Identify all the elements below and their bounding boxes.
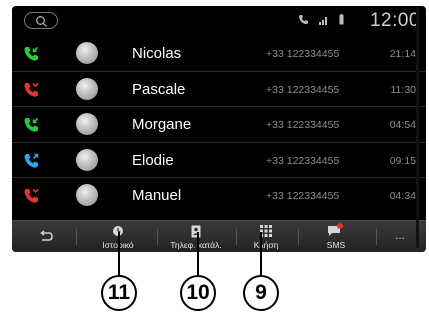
avatar: [76, 148, 98, 171]
avatar: [76, 77, 98, 100]
call-time: 09:15: [389, 154, 416, 167]
status-bar: 12:00: [12, 6, 426, 36]
list-item[interactable]: Morgane +33 122334455 04:54: [12, 107, 426, 143]
incoming-call-icon: [24, 117, 39, 132]
incoming-call-icon: [24, 46, 39, 61]
tab-dial-label: Κλήση: [253, 240, 279, 250]
tab-sms-label: SMS: [326, 240, 346, 250]
back-arrow-icon: [40, 230, 53, 241]
avatar: [76, 42, 98, 64]
divider: [236, 229, 237, 245]
contact-number: +33 122334455: [266, 83, 340, 96]
battery-icon: [339, 14, 344, 25]
search-icon: [36, 16, 47, 27]
divider: [298, 229, 299, 245]
contact-name: Nicolas: [132, 45, 182, 62]
avatar: [76, 113, 98, 135]
contact-number: +33 122334455: [266, 48, 340, 60]
tab-contacts-label: Τηλεφ. κατάλ.: [170, 240, 222, 250]
call-history-list[interactable]: Nicolas +33 122334455 21:14 Pascale +33 …: [12, 36, 426, 214]
screen-frame-edge: [416, 8, 419, 248]
tab-contacts[interactable]: Τηλεφ. κατάλ.: [158, 221, 234, 252]
contact-name: Elodie: [132, 151, 174, 169]
contact-name: Morgane: [132, 116, 192, 133]
bottom-nav-bar: Ιστορικό Τηλεφ. κατάλ. Κλήση: [12, 220, 426, 252]
back-button[interactable]: [26, 221, 66, 252]
missed-call-icon: [24, 82, 39, 97]
missed-call-icon: [24, 188, 39, 203]
more-button[interactable]: ...: [380, 221, 420, 252]
list-item[interactable]: Nicolas +33 122334455 21:14: [12, 36, 426, 72]
call-time: 04:34: [389, 190, 416, 202]
tab-sms[interactable]: SMS: [300, 221, 372, 252]
status-icons: [298, 14, 344, 25]
callout-9: 9: [243, 275, 279, 311]
contact-name: Pascale: [132, 80, 186, 98]
callout-leader-11: [118, 232, 120, 276]
list-item[interactable]: Manuel +33 122334455 04:34: [12, 178, 426, 214]
call-time: 04:54: [389, 119, 416, 131]
phone-status-icon: [299, 15, 308, 25]
sms-icon: [328, 223, 343, 236]
contact-number: +33 122334455: [266, 190, 340, 202]
divider: [76, 229, 77, 245]
phone-screen: 12:00 Nicolas +33 122334455 21:14 Pascal…: [12, 6, 426, 252]
contact-name: Manuel: [132, 187, 182, 204]
outgoing-call-icon: [24, 153, 39, 168]
callout-10: 10: [180, 275, 216, 311]
list-item[interactable]: Pascale +33 122334455 11:30: [12, 72, 426, 107]
contacts-icon: [191, 225, 201, 238]
contact-number: +33 122334455: [266, 154, 340, 167]
list-item[interactable]: Elodie +33 122334455 09:15: [12, 143, 426, 178]
search-button[interactable]: [24, 12, 58, 29]
avatar: [76, 184, 98, 206]
signal-icon: [319, 16, 327, 25]
call-time: 21:14: [389, 48, 416, 60]
contact-number: +33 122334455: [266, 119, 340, 131]
divider: [376, 229, 377, 245]
call-time: 11:30: [390, 83, 417, 96]
clock: 12:00: [369, 10, 420, 31]
callout-leader-10: [197, 232, 199, 276]
callout-leader-9: [260, 232, 262, 276]
callout-11: 11: [101, 275, 137, 311]
tab-dial[interactable]: Κλήση: [238, 221, 294, 252]
more-icon: ...: [394, 228, 405, 242]
